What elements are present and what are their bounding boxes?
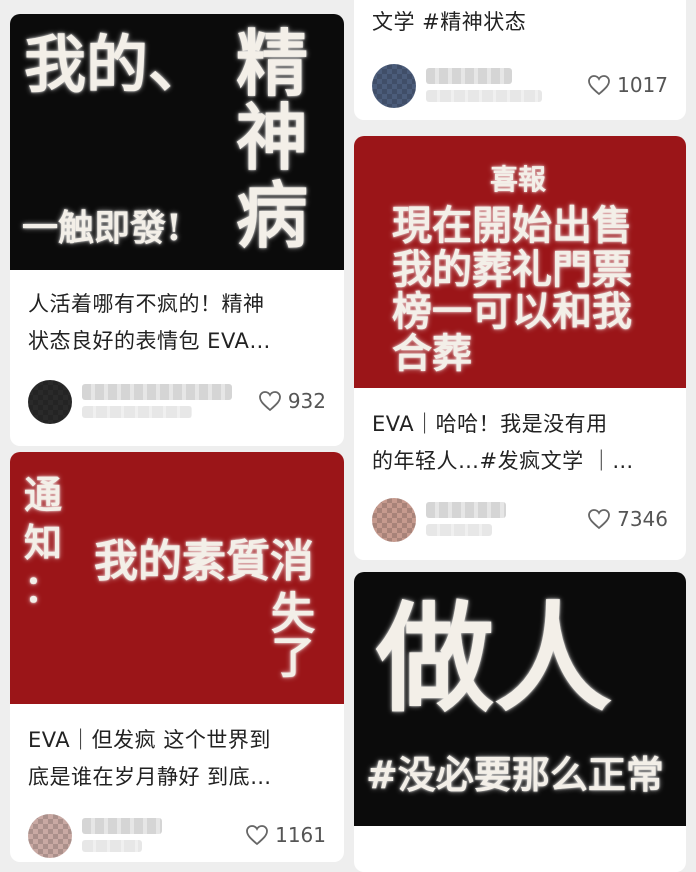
cover-text: 失了	[263, 590, 314, 678]
author-row: 1017	[372, 64, 668, 110]
cover-text: 做人	[376, 589, 613, 728]
avatar[interactable]	[28, 380, 72, 424]
cover-text: 我的葬礼門票	[392, 246, 632, 293]
author-sub-redacted	[426, 90, 542, 102]
author-name-redacted[interactable]	[426, 68, 512, 84]
cover-text: 喜報	[490, 163, 547, 196]
avatar[interactable]	[372, 64, 416, 108]
author-row: 1161	[28, 814, 326, 860]
heart-outline-icon	[588, 509, 610, 530]
cover-text: 榜一可以和我	[392, 288, 632, 335]
cover-text: 我的、	[24, 28, 211, 101]
cover-text: 神	[236, 95, 309, 180]
title-line: 底是谁在岁月静好 到底…	[28, 765, 272, 789]
author-name-redacted[interactable]	[82, 818, 162, 834]
author-name-redacted[interactable]	[82, 384, 232, 400]
title-line: EVA｜哈哈！我是没有用	[372, 412, 608, 436]
like-button[interactable]: 1161	[245, 820, 326, 850]
heart-outline-icon	[246, 825, 268, 846]
cover-image[interactable]: 我的、 精 神 病 一触即發!	[10, 14, 344, 270]
cover-text: 精	[236, 21, 309, 106]
note-title[interactable]: 文学 #精神状态	[372, 4, 668, 41]
author-name-redacted[interactable]	[426, 502, 506, 518]
title-line: 人活着哪有不疯的！精神	[28, 292, 265, 316]
like-count: 1017	[617, 73, 668, 97]
title-line: EVA｜但发疯 这个世界到	[28, 728, 271, 752]
note-title[interactable]: 人活着哪有不疯的！精神 状态良好的表情包 EVA…	[28, 286, 326, 360]
note-title[interactable]: EVA｜但发疯 这个世界到 底是谁在岁月静好 到底…	[28, 722, 326, 796]
like-button[interactable]: 7346	[587, 504, 668, 534]
note-card[interactable]: 文学 #精神状态 1017	[354, 0, 686, 120]
like-count: 7346	[617, 507, 668, 531]
cover-text: 通	[24, 472, 63, 517]
avatar[interactable]	[28, 814, 72, 858]
note-card[interactable]: 通 知 ： 我的素質消 失了 EVA｜但发疯 这个世界到 底是谁在岁月静好 到底…	[10, 452, 344, 862]
title-line: 文学 #精神状态	[372, 10, 527, 34]
cover-text: 病	[236, 173, 309, 258]
note-title[interactable]: EVA｜哈哈！我是没有用 的年轻人…#发疯文学 ｜…	[372, 406, 668, 480]
cover-text: #没必要那么正常	[366, 752, 664, 797]
cover-text: 我的素質消	[94, 536, 314, 587]
like-count: 1161	[275, 823, 326, 847]
like-button[interactable]: 932	[258, 386, 326, 416]
cover-text: 一触即發!	[22, 207, 182, 249]
author-sub-redacted	[426, 524, 492, 536]
note-card[interactable]: 喜報 現在開始出售 我的葬礼門票 榜一可以和我 合葬 EVA｜哈哈！我是没有用 …	[354, 136, 686, 560]
heart-outline-icon	[258, 391, 281, 412]
note-card[interactable]: 做人 #没必要那么正常	[354, 572, 686, 872]
cover-image[interactable]: 喜報 現在開始出售 我的葬礼門票 榜一可以和我 合葬	[354, 136, 686, 388]
author-row: 932	[28, 380, 326, 426]
cover-text: 合葬	[392, 330, 472, 377]
cover-text: ：	[24, 566, 63, 611]
cover-image[interactable]: 做人 #没必要那么正常	[354, 572, 686, 826]
author-sub-redacted	[82, 406, 192, 418]
author-sub-redacted	[82, 840, 142, 852]
cover-image[interactable]: 通 知 ： 我的素質消 失了	[10, 452, 344, 704]
cover-text: 知	[24, 520, 63, 565]
like-count: 932	[287, 389, 326, 413]
cover-text: 現在開始出售	[392, 202, 632, 249]
title-line: 状态良好的表情包 EVA…	[28, 329, 271, 353]
heart-outline-icon	[588, 75, 610, 96]
note-card[interactable]: 我的、 精 神 病 一触即發! 人活着哪有不疯的！精神 状态良好的表情包 EVA…	[10, 14, 344, 446]
avatar[interactable]	[372, 498, 416, 542]
title-line: 的年轻人…#发疯文学 ｜…	[372, 449, 634, 473]
like-button[interactable]: 1017	[587, 70, 668, 100]
author-row: 7346	[372, 498, 668, 544]
